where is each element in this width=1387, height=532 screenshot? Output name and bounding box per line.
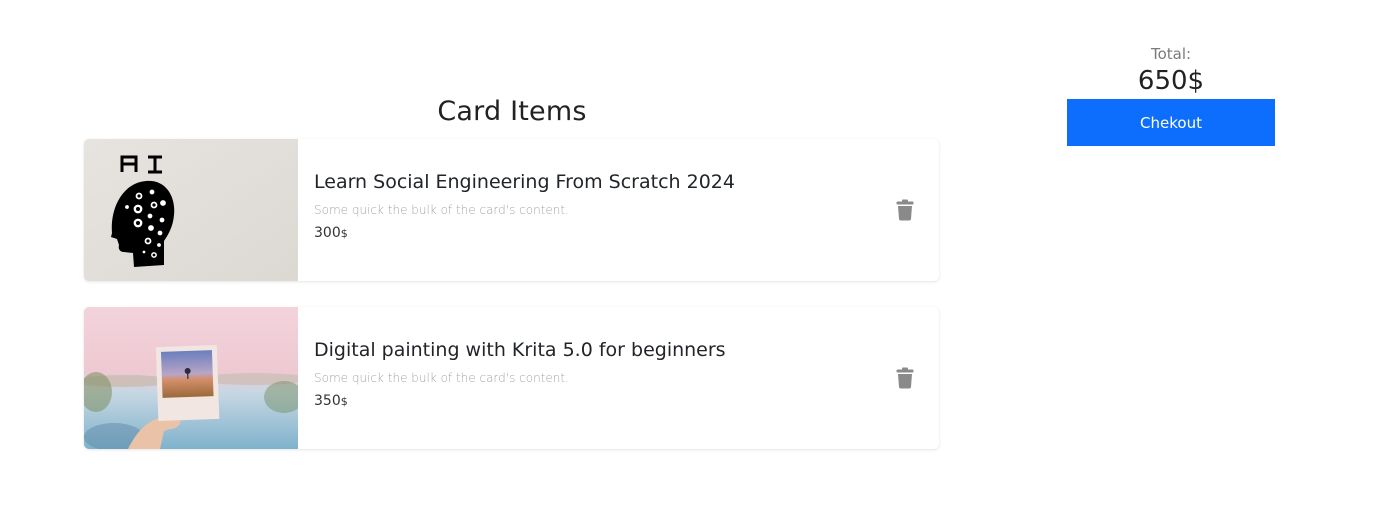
trash-icon (896, 367, 914, 389)
delete-item-button[interactable] (896, 199, 914, 221)
cart-item-card: Learn Social Engineering From Scratch 20… (84, 139, 939, 281)
price-currency: $ (340, 227, 348, 240)
cart-item-card: Digital painting with Krita 5.0 for begi… (84, 307, 939, 449)
price-currency: $ (340, 395, 348, 408)
course-title[interactable]: Learn Social Engineering From Scratch 20… (314, 169, 874, 195)
delete-item-button[interactable] (896, 367, 914, 389)
price-value: 350 (314, 393, 341, 409)
course-thumbnail-polaroid[interactable] (84, 307, 298, 449)
total-value: 650$ (1137, 66, 1205, 96)
card-body: Digital painting with Krita 5.0 for begi… (314, 337, 874, 411)
checkout-button[interactable]: Chekout (1067, 99, 1275, 146)
card-body: Learn Social Engineering From Scratch 20… (314, 169, 874, 243)
page: Card Items Learn Social Engineering From… (0, 0, 1387, 532)
trash-icon (896, 199, 914, 221)
total-label: Total: (1150, 45, 1192, 63)
course-title[interactable]: Digital painting with Krita 5.0 for begi… (314, 337, 874, 363)
price-value: 300 (314, 225, 341, 241)
page-title: Card Items (437, 96, 587, 128)
order-summary: Total: 650$ Chekout (1067, 44, 1275, 146)
course-price: 300$ (314, 224, 874, 243)
course-thumbnail-ai[interactable] (84, 139, 298, 281)
course-price: 350$ (314, 392, 874, 411)
course-description: Some quick the bulk of the card's conten… (314, 203, 569, 217)
course-description: Some quick the bulk of the card's conten… (314, 371, 569, 385)
